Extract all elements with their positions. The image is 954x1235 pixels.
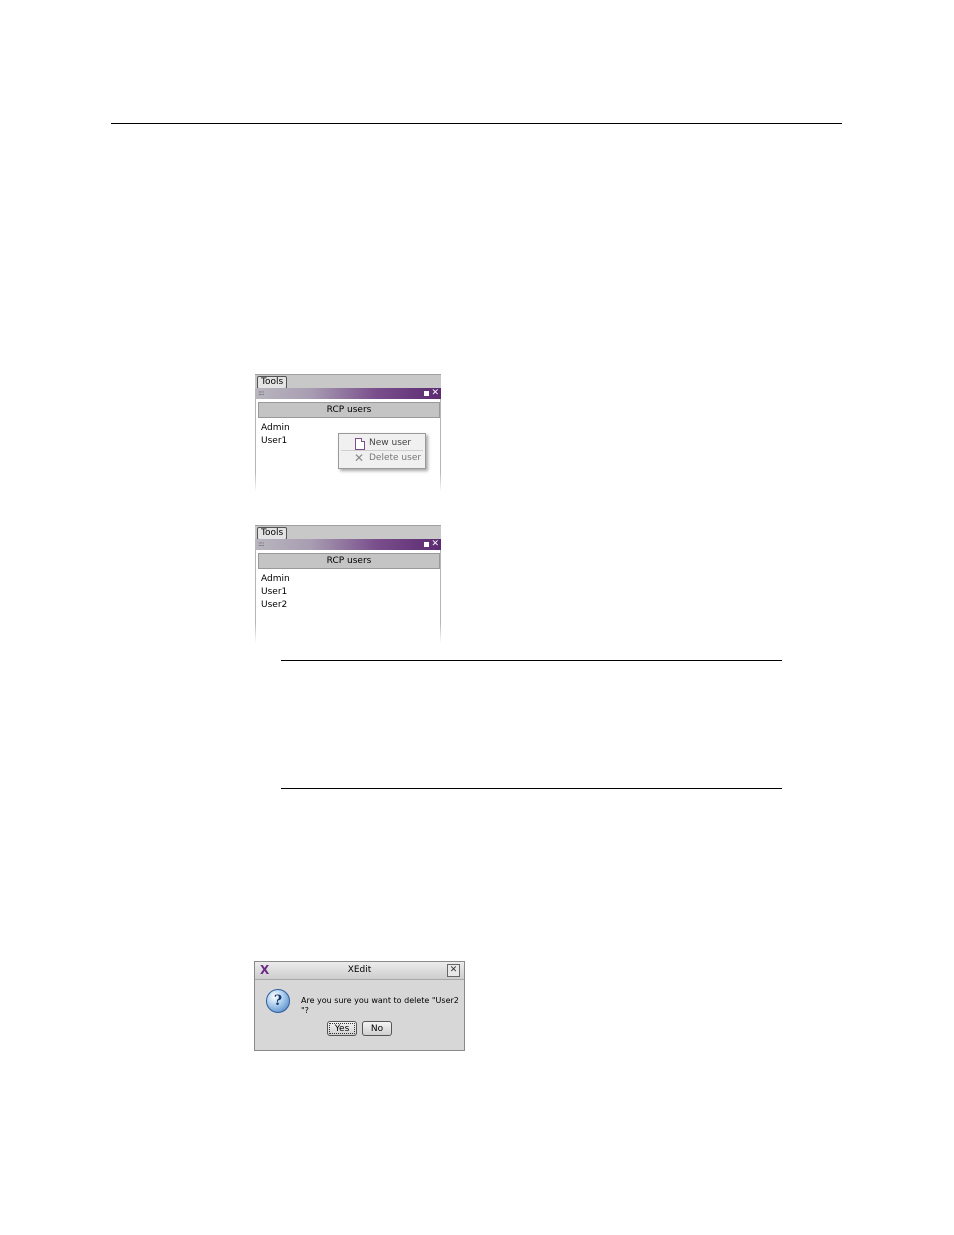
close-icon[interactable]: ✕ xyxy=(431,388,439,399)
users-list: Admin User1 User2 xyxy=(261,573,290,612)
context-menu-label: Delete user xyxy=(369,453,422,463)
drag-grip-icon[interactable]: :::: xyxy=(258,540,265,548)
dialog-title-bar: X XEdit ✕ xyxy=(255,962,464,980)
list-item[interactable]: User1 xyxy=(261,435,290,448)
context-menu-item-new-user[interactable]: New user xyxy=(339,436,425,451)
yes-button[interactable]: Yes xyxy=(327,1021,357,1036)
context-menu-label: New user xyxy=(369,438,412,448)
maximize-icon[interactable] xyxy=(424,391,429,396)
context-menu: New user ✕ Delete user xyxy=(338,433,426,469)
rcp-users-panel-updated: Tools :::: ✕ RCP users Admin User1 User2 xyxy=(255,525,441,643)
list-item[interactable]: Admin xyxy=(261,573,290,586)
question-icon: ? xyxy=(266,989,290,1013)
new-document-icon xyxy=(355,438,365,450)
list-item[interactable]: Admin xyxy=(261,422,290,435)
menu-bar: Tools xyxy=(255,525,441,540)
dialog-message: Are you sure you want to delete "User2 "… xyxy=(301,996,459,1015)
bottom-fade xyxy=(255,472,441,492)
users-column-header[interactable]: RCP users xyxy=(258,553,440,569)
users-list: Admin User1 xyxy=(261,422,290,448)
top-rule xyxy=(111,123,842,124)
close-icon[interactable]: ✕ xyxy=(431,539,439,550)
list-item[interactable]: User2 xyxy=(261,599,290,612)
list-item[interactable]: User1 xyxy=(261,586,290,599)
no-button[interactable]: No xyxy=(362,1021,392,1036)
rcp-users-panel-context-menu: Tools :::: ✕ RCP users Admin User1 New u… xyxy=(255,374,441,492)
delete-confirmation-dialog: X XEdit ✕ ? Are you sure you want to del… xyxy=(254,961,465,1051)
panel-title-bar: :::: ✕ xyxy=(255,388,441,399)
dialog-close-icon[interactable]: ✕ xyxy=(447,964,460,977)
note-top-rule xyxy=(281,660,782,661)
maximize-icon[interactable] xyxy=(424,542,429,547)
bottom-fade xyxy=(255,623,441,643)
menu-bar: Tools xyxy=(255,374,441,389)
context-menu-item-delete-user[interactable]: ✕ Delete user xyxy=(339,451,425,466)
drag-grip-icon[interactable]: :::: xyxy=(258,389,265,397)
users-column-header[interactable]: RCP users xyxy=(258,402,440,418)
note-bottom-rule xyxy=(281,788,782,789)
dialog-title: XEdit xyxy=(347,965,372,975)
panel-title-bar: :::: ✕ xyxy=(255,539,441,550)
delete-x-icon: ✕ xyxy=(354,451,365,465)
